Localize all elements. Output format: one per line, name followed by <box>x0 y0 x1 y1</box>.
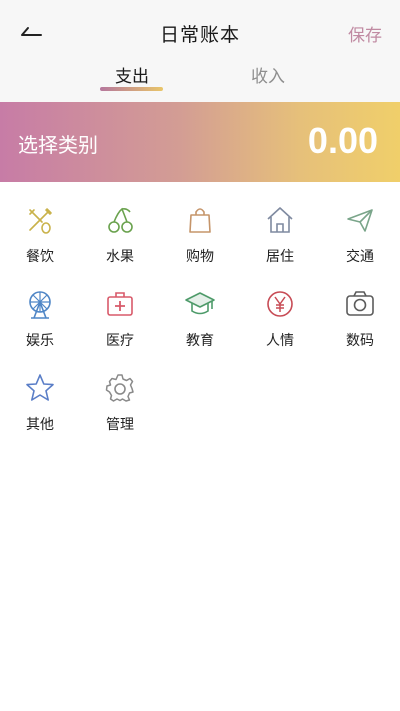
money-coin-icon <box>267 291 293 317</box>
category-label: 水果 <box>106 249 134 265</box>
category-other[interactable]: 其他 <box>0 364 80 440</box>
cherry-icon <box>108 207 133 233</box>
dining-icon <box>29 208 52 234</box>
category-social-gifts[interactable]: 人情 <box>240 280 320 356</box>
category-label: 数码 <box>346 333 374 349</box>
category-digital[interactable]: 数码 <box>320 280 400 356</box>
medical-kit-icon <box>107 292 133 316</box>
star-icon <box>26 374 54 401</box>
save-button[interactable]: 保存 <box>348 21 382 46</box>
tab-income[interactable]: 收入 <box>228 62 308 87</box>
category-label: 交通 <box>346 249 374 265</box>
category-fruit[interactable]: 水果 <box>80 196 160 272</box>
active-tab-indicator <box>100 87 163 91</box>
category-entertainment[interactable]: 娱乐 <box>0 280 80 356</box>
category-label: 人情 <box>266 333 294 349</box>
ferris-wheel-icon <box>29 291 51 319</box>
category-medical[interactable]: 医疗 <box>80 280 160 356</box>
house-icon <box>267 207 293 233</box>
page-title: 日常账本 <box>159 24 240 46</box>
category-education[interactable]: 教育 <box>160 280 240 356</box>
category-label: 其他 <box>26 417 54 433</box>
category-label: 娱乐 <box>26 333 54 349</box>
tab-expense[interactable]: 支出 <box>92 62 172 87</box>
graduation-cap-icon <box>185 292 215 315</box>
type-tabs: 支出 收入 <box>0 58 400 98</box>
category-dining[interactable]: 餐饮 <box>0 196 80 272</box>
category-transport[interactable]: 交通 <box>320 196 400 272</box>
shopping-bag-icon <box>189 208 211 233</box>
category-label: 医疗 <box>106 333 134 349</box>
gear-icon <box>105 374 134 402</box>
category-housing[interactable]: 居住 <box>240 196 320 272</box>
category-label: 教育 <box>186 333 214 349</box>
top-bar: 日常账本 保存 支出 收入 <box>0 0 400 102</box>
category-label: 购物 <box>186 249 214 265</box>
category-shopping[interactable]: 购物 <box>160 196 240 272</box>
category-label: 居住 <box>266 249 294 265</box>
paper-plane-icon <box>347 209 373 232</box>
camera-icon <box>346 291 374 316</box>
category-label: 管理 <box>106 417 134 433</box>
amount-banner[interactable]: 选择类别 0.00 <box>0 102 400 182</box>
category-prompt: 选择类别 <box>18 133 98 157</box>
category-label: 餐饮 <box>26 249 54 265</box>
category-manage[interactable]: 管理 <box>80 364 160 440</box>
amount-display: 0.00 <box>307 120 378 161</box>
